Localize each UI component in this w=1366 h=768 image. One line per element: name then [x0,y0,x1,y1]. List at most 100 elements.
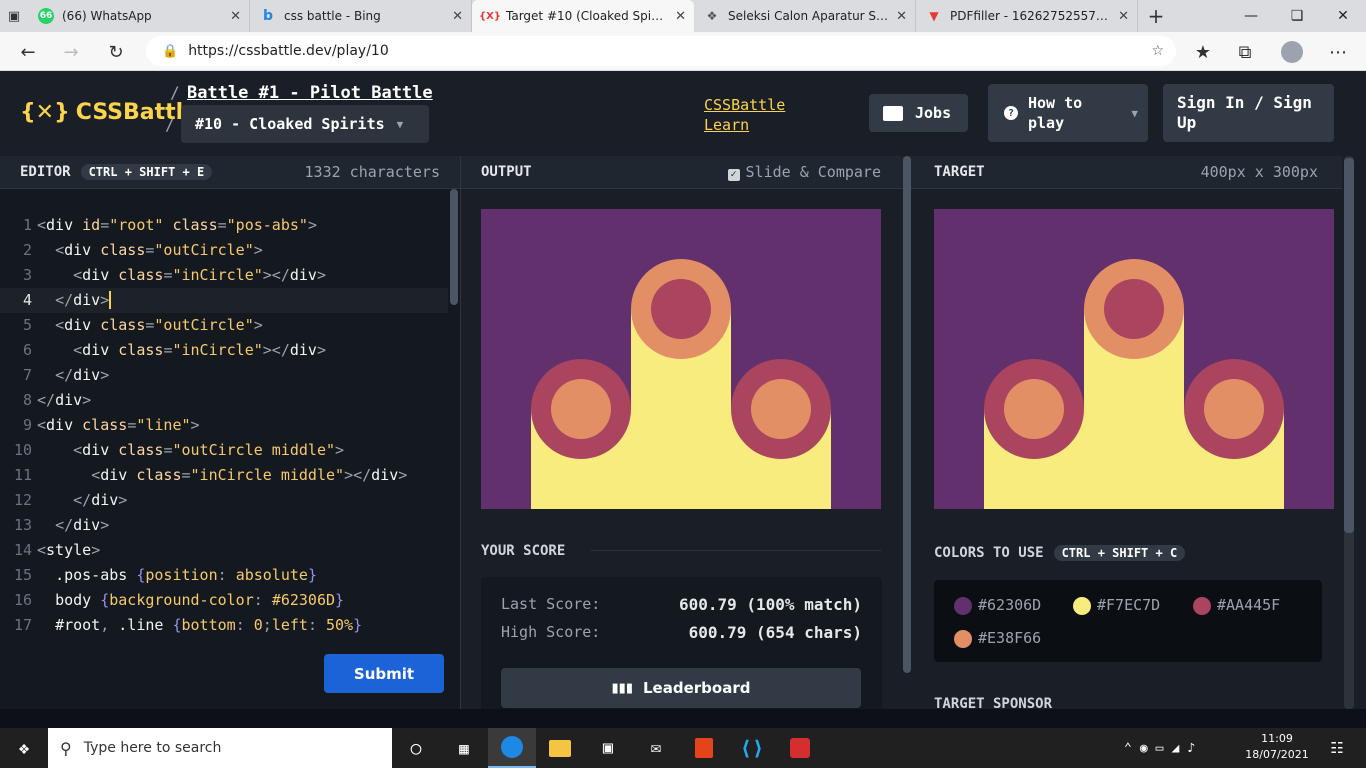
new-tab-button[interactable]: + [1138,0,1174,32]
favorites-icon[interactable]: ★ [1187,36,1219,68]
store-icon[interactable]: ▣ [584,728,632,768]
target-label: TARGET [934,164,985,180]
tab-title: PDFfiller - 1626275255725-Tu [950,9,1111,23]
color-hex: #F7EC7D [1097,596,1161,614]
wifi-icon[interactable]: ◢ [1171,741,1179,756]
code-line: 15 .pos-abs {position: absolute} [13,566,317,584]
browser-tab-pdffiller[interactable]: ▼ PDFfiller - 1626275255725-Tu ✕ [916,0,1138,32]
close-tab-icon[interactable]: ✕ [1118,9,1129,24]
color-hex: #AA445F [1217,596,1281,614]
taskbar-search-placeholder: Type here to search [83,740,222,756]
camera-icon[interactable]: ◉ [1140,741,1148,756]
checkbox-icon[interactable]: ✓ [727,169,740,181]
code-line: 12 </div> [13,491,128,509]
code-line: 1 <div id="root" class="pos-abs"> [22,216,317,234]
code-line: 9 <div class="line"> [22,416,200,434]
battery-icon[interactable]: ▭ [1156,741,1164,756]
output-label: OUTPUT [481,164,532,180]
cortana-icon[interactable]: ○ [392,728,440,768]
address-bar: ← → ↻ 🔒 https://cssbattle.dev/play/10 ☆ … [0,32,1366,71]
target-image[interactable] [934,209,1334,509]
windows-start-icon[interactable]: ❖ [0,728,48,768]
chevron-down-icon: ▼ [1131,106,1138,120]
question-icon: ? [1004,106,1018,120]
slide-compare-toggle[interactable]: ✓ Slide & Compare [727,163,881,181]
page-scrollbar[interactable] [1344,158,1354,533]
char-count: 1332 characters [304,163,440,181]
output-header: OUTPUT ✓ Slide & Compare [461,156,913,189]
output-preview[interactable] [481,209,881,509]
task-view-icon[interactable]: ▦ [440,728,488,768]
edge-taskbar-icon[interactable] [488,728,536,768]
color-chip[interactable]: #E38F66 [954,629,1041,648]
file-explorer-icon[interactable] [536,728,584,768]
chevron-up-icon[interactable]: ⌃ [1124,741,1132,756]
garuda-icon: ❖ [706,9,718,23]
code-line: 16 body {background-color: #62306D} [13,591,345,609]
minimize-button[interactable]: — [1228,0,1274,32]
close-tab-icon[interactable]: ✕ [230,9,241,24]
collections-icon[interactable]: ⧉ [1229,36,1261,68]
refresh-button[interactable]: ↻ [100,36,132,68]
color-hex: #E38F66 [978,629,1042,647]
id-card-icon [883,105,903,121]
submit-button[interactable]: Submit [324,654,444,693]
target-size: 400px x 300px [1200,163,1318,181]
score-divider [591,550,881,551]
jobs-button[interactable]: Jobs [869,94,968,132]
how-to-play-button[interactable]: ? How to play ▼ [988,84,1148,142]
browser-tab-sscasn[interactable]: ❖ Seleksi Calon Aparatur Sipil N ✕ [694,0,916,32]
mail-icon[interactable]: ✉ [632,728,680,768]
color-palette: #62306D #F7EC7D #AA445F #E38F66 [934,580,1322,662]
leaderboard-label: Leaderboard [643,679,751,697]
jobs-label: Jobs [915,104,952,122]
maximize-button[interactable]: ❏ [1274,0,1320,32]
cssbattle-logo-icon: {✕} [20,100,70,125]
color-chip[interactable]: #62306D [954,596,1041,615]
url-text: https://cssbattle.dev/play/10 [188,43,389,59]
colors-title: COLORS TO USE [934,545,1044,561]
browser-tab-bing[interactable]: b css battle - Bing ✕ [250,0,472,32]
tab-actions-icon[interactable]: ▣ [0,0,28,32]
leaderboard-button[interactable]: ▮▮▮ Leaderboard [501,668,861,708]
battle-link[interactable]: Battle #1 - Pilot Battle [187,83,433,103]
code-line: 17 #root, .line {bottom: 0;left: 50%} [13,616,363,634]
add-favorite-icon[interactable]: ☆ [1151,43,1164,59]
clock[interactable]: 11:09 18/07/2021 [1242,731,1312,763]
tab-title: (66) WhatsApp [62,9,152,23]
close-tab-icon[interactable]: ✕ [675,9,686,24]
url-input[interactable]: 🔒 https://cssbattle.dev/play/10 ☆ [146,36,1176,66]
vscode-icon[interactable]: ⟨⟩ [728,728,776,768]
score-card: Last Score: 600.79 (100% match) High Sco… [481,577,882,717]
pdffiller-icon: ▼ [929,9,939,23]
cssbattle-learn-link[interactable]: CSSBattle Learn [704,95,785,135]
editor-shortcut-badge: CTRL + SHIFT + E [80,164,213,180]
profile-avatar[interactable] [1276,36,1308,68]
close-tab-icon[interactable]: ✕ [452,9,463,24]
logo-text: CSSBattle [75,100,199,125]
browser-tab-whatsapp[interactable]: 66 (66) WhatsApp ✕ [28,0,250,32]
bar-chart-icon: ▮▮▮ [611,680,633,696]
volume-icon[interactable]: ♪ [1187,741,1195,756]
office-icon[interactable] [680,728,728,768]
lock-icon[interactable]: 🔒 [162,44,178,59]
close-window-button[interactable]: ✕ [1320,0,1366,32]
editor-scrollbar[interactable] [450,189,458,305]
browser-tab-cssbattle[interactable]: {X} Target #10 (Cloaked Spirits) - ✕ [472,0,694,32]
breadcrumb-separator: / [170,83,180,102]
back-button[interactable]: ← [12,36,44,68]
color-chip[interactable]: #F7EC7D [1073,596,1160,615]
tab-title: Target #10 (Cloaked Spirits) - [506,9,668,23]
code-editor[interactable]: 1 <div id="root" class="pos-abs"> 2 <div … [0,189,460,709]
close-tab-icon[interactable]: ✕ [896,9,907,24]
target-select[interactable]: #10 - Cloaked Spirits ▼ [181,105,429,143]
color-chip[interactable]: #AA445F [1193,596,1280,615]
settings-menu-icon[interactable]: ⋯ [1322,36,1354,68]
output-scrollbar[interactable] [903,156,911,673]
notification-icon[interactable]: ☷ [1322,728,1352,768]
your-score-title: YOUR SCORE [481,543,566,559]
forward-button[interactable]: → [55,36,87,68]
acrobat-icon[interactable] [776,728,824,768]
sign-in-button[interactable]: Sign In / Sign Up [1163,84,1334,142]
taskbar-search-box[interactable]: ⚲ Type here to search [48,728,392,768]
